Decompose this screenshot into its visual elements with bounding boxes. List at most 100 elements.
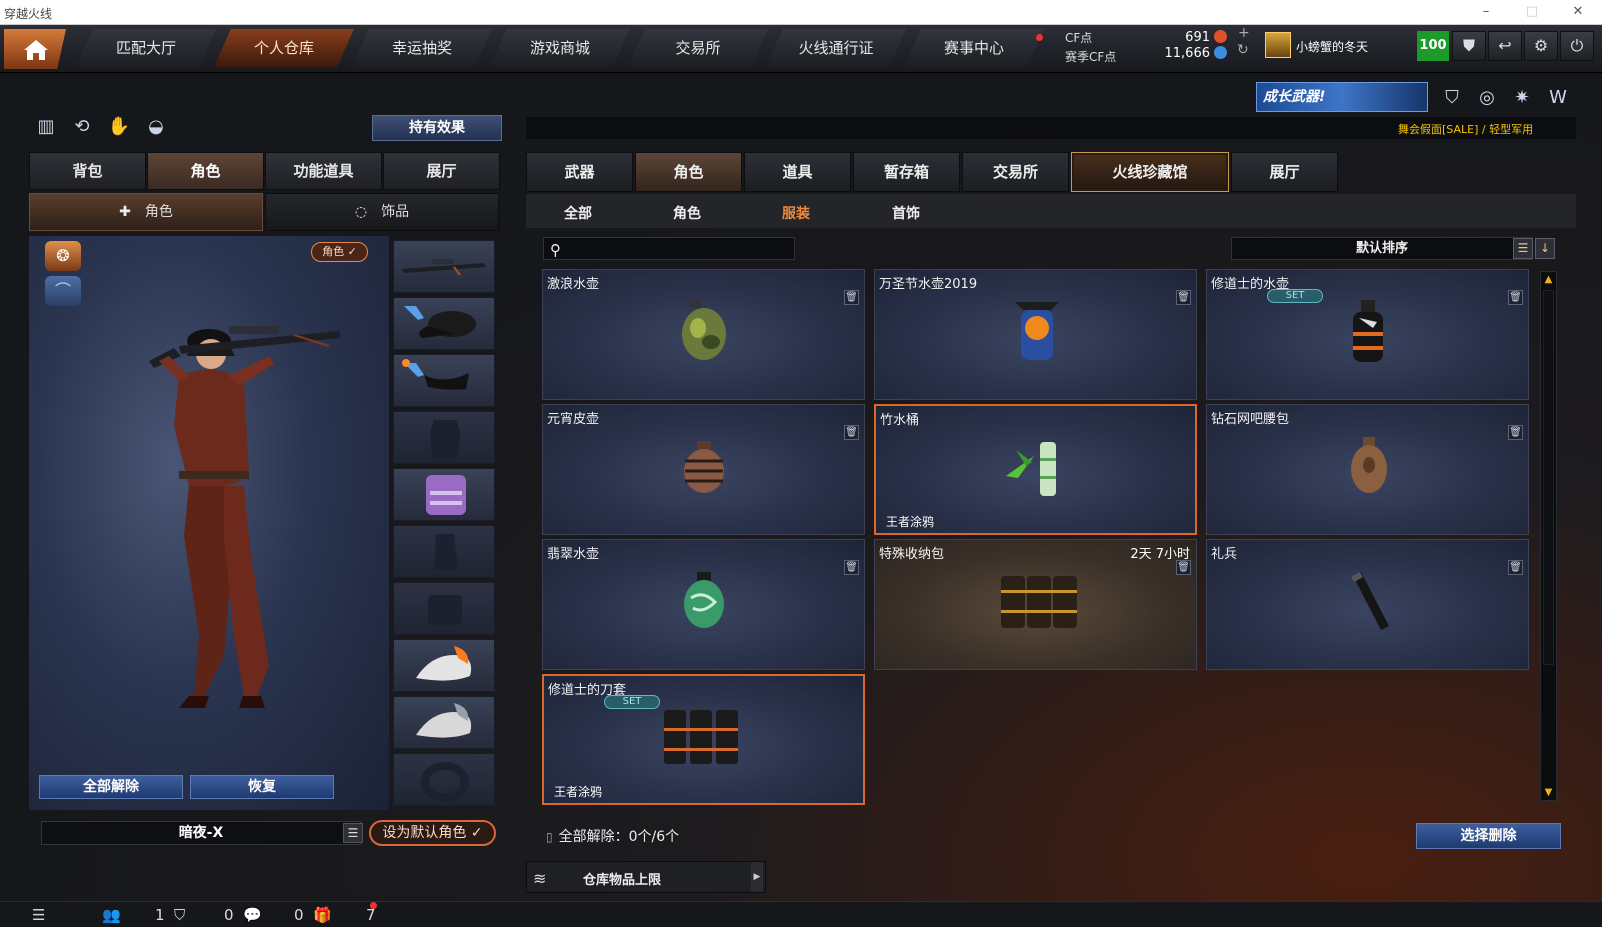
filter-accessories[interactable]: 首饰 (892, 203, 920, 223)
filter-character[interactable]: 角色 (673, 203, 701, 223)
character-name-field[interactable]: 暗夜-X (41, 821, 361, 845)
growth-weapon-banner[interactable]: 成长武器! (1256, 82, 1428, 112)
right-tab-weapons[interactable]: 武器 (526, 152, 633, 192)
item-card[interactable]: 钻石网吧腰包 🗑 (1206, 404, 1529, 535)
filter-clothing[interactable]: 服装 (782, 203, 810, 223)
scroll-up-icon[interactable]: ▲ (1540, 272, 1557, 288)
nav-tab-game-store[interactable]: 游戏商城 (490, 29, 630, 67)
return-icon[interactable]: ↩ (1488, 31, 1522, 61)
item-card[interactable]: 元宵皮壶 🗑 (542, 404, 865, 535)
hold-effect-button[interactable]: 持有效果 (372, 115, 502, 141)
rotate-view-icon[interactable]: ⟲ (69, 116, 95, 142)
subtab-character[interactable]: ✚ 角色 (29, 193, 263, 231)
scroll-down-icon[interactable]: ▼ (1540, 785, 1557, 801)
item-card-selected[interactable]: 竹水桶 王者涂鸦 (874, 404, 1197, 535)
sort-arrow-icon[interactable]: ↓ (1535, 238, 1555, 259)
stats-icon[interactable]: ▥ (33, 116, 59, 142)
right-tab-exchange[interactable]: 交易所 (962, 152, 1069, 192)
subtab-accessories[interactable]: ◌ 饰品 (265, 193, 499, 231)
slot-goggles[interactable] (393, 354, 495, 407)
item-card[interactable]: 万圣节水壶2019 🗑 (874, 269, 1197, 400)
close-window-button[interactable]: ✕ (1558, 2, 1598, 22)
user-avatar[interactable] (1265, 32, 1291, 58)
right-tab-collection[interactable]: 火线珍藏馆 (1071, 152, 1229, 192)
left-tab-function-items[interactable]: 功能道具 (265, 152, 382, 190)
slot-sniper-rifle[interactable] (393, 240, 495, 293)
left-tab-showroom[interactable]: 展厅 (383, 152, 500, 190)
emblem-icon[interactable]: ⛉ (1438, 84, 1466, 112)
slot-pet-fire[interactable] (393, 639, 495, 692)
globe-icon[interactable]: ◎ (1473, 84, 1501, 112)
home-button[interactable] (4, 29, 66, 69)
right-tab-showroom[interactable]: 展厅 (1231, 152, 1338, 192)
right-tab-character[interactable]: 角色 (635, 152, 742, 192)
set-default-character-button[interactable]: 设为默认角色 ✓ (369, 820, 496, 846)
item-card-selected[interactable]: 修道士的刀套 SET 王者涂鸦 (542, 674, 865, 805)
minimize-button[interactable]: – (1466, 2, 1506, 22)
filter-all[interactable]: 全部 (564, 203, 592, 223)
unequip-all-button[interactable]: 全部解除 (39, 775, 183, 799)
badge-icon[interactable]: ✷ (1508, 84, 1536, 112)
recharge-plus-icon[interactable]: + (1238, 25, 1250, 41)
subtab-accessories-label: 饰品 (381, 204, 410, 220)
clan-count: 0 (224, 906, 234, 924)
slot-pants-empty[interactable] (393, 582, 495, 635)
power-icon[interactable]: ⏻ (1560, 31, 1594, 61)
slot-pet-silver[interactable] (393, 696, 495, 749)
wing-logo-icon[interactable]: W (1544, 84, 1572, 112)
item-card[interactable]: 修道士的水壶 SET 🗑 (1206, 269, 1529, 400)
right-tab-storage[interactable]: 暂存箱 (853, 152, 960, 192)
accessory-icon: ◌ (354, 204, 368, 220)
list-view-icon[interactable]: ☰ (1513, 238, 1533, 259)
window-title-bar: 穿越火线 – □ ✕ (0, 0, 1602, 25)
slot-ring-empty[interactable] (393, 753, 495, 806)
character-preview[interactable] (29, 236, 389, 810)
right-tab-items[interactable]: 道具 (744, 152, 851, 192)
restore-button[interactable]: 恢复 (190, 775, 334, 799)
settings-gear-icon[interactable]: ⚙ (1524, 31, 1558, 61)
clan-shield-icon[interactable]: ⛉ (174, 906, 185, 924)
camo-canteen-icon (682, 300, 726, 360)
slot-vest-empty[interactable] (393, 411, 495, 464)
friends-icon[interactable]: 👥 (102, 906, 121, 924)
nav-tab-exchange[interactable]: 交易所 (628, 29, 768, 67)
nav-tab-warehouse[interactable]: 个人仓库 (214, 29, 354, 67)
item-card[interactable]: 翡翠水壶 🗑 (542, 539, 865, 670)
sale-ticker[interactable]: 舞会假面[SALE] / 轻型军用 (1398, 121, 1533, 137)
nav-tab-battle-pass[interactable]: 火线通行证 (766, 29, 906, 67)
maximize-button[interactable]: □ (1512, 2, 1552, 22)
silver-wolf-icon (416, 703, 472, 738)
layers-icon: ≋ (533, 869, 547, 888)
left-tab-character[interactable]: 角色 (147, 152, 264, 190)
storage-capacity-button[interactable]: ≋ 仓库物品上限 ▶ (526, 861, 766, 893)
character-class-icon[interactable]: ❂ (45, 241, 81, 271)
select-delete-button[interactable]: 选择删除 (1416, 823, 1561, 849)
slot-cap[interactable] (393, 297, 495, 350)
nav-tab-match-lobby[interactable]: 匹配大厅 (76, 29, 216, 67)
scroll-thumb[interactable] (1543, 290, 1554, 665)
character-list-menu-icon[interactable]: ☰ (343, 823, 363, 843)
menu-icon[interactable]: ☰ (32, 906, 45, 924)
slot-backpack[interactable] (393, 468, 495, 521)
bag-icon[interactable]: ◒ (143, 116, 169, 142)
item-card[interactable]: 礼兵 🗑 (1206, 539, 1529, 670)
nav-tab-event-center[interactable]: 赛事中心 (904, 29, 1044, 67)
sort-dropdown[interactable]: 默认排序 (1231, 237, 1533, 260)
nav-tab-lucky-draw[interactable]: 幸运抽奖 (352, 29, 492, 67)
chat-icon[interactable]: 💬 (243, 906, 262, 924)
search-input[interactable]: ⚲ (543, 237, 795, 260)
gift-icon[interactable]: 🎁 (313, 906, 332, 924)
user-name[interactable]: 小螃蟹的冬天 (1296, 38, 1368, 55)
item-card[interactable]: 特殊收纳包 2天 7小时 🗑 (874, 539, 1197, 670)
shield-icon[interactable]: ⛊ (1452, 31, 1486, 61)
slot-gloves-empty[interactable] (393, 525, 495, 578)
vest-silhouette-icon (430, 420, 460, 458)
pose-icon[interactable]: ✋ (106, 116, 132, 142)
monk-canteen-icon (1353, 300, 1383, 362)
mask-icon[interactable]: ⌒ (45, 276, 81, 306)
refresh-icon[interactable]: ↻ (1237, 42, 1249, 58)
ceremonial-baton-icon (1351, 572, 1389, 630)
item-card[interactable]: 激浪水壶 🗑 (542, 269, 865, 400)
ring-silhouette-icon (421, 762, 469, 802)
left-tab-backpack[interactable]: 背包 (29, 152, 146, 190)
